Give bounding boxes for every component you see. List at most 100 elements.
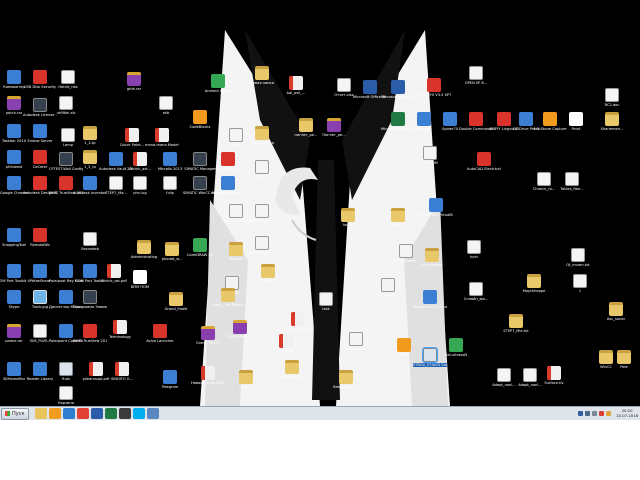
desktop-icon[interactable]: Tables_fibe... xyxy=(557,172,587,191)
white-file-icon xyxy=(569,112,583,126)
desktop-icon[interactable]: ZVD.ZCodes xyxy=(283,312,313,331)
media-player-taskbar-button[interactable] xyxy=(48,408,61,419)
desktop-icon[interactable]: PLUGSIM xyxy=(415,146,445,165)
desktop-icon[interactable]: R62P0A_nro... xyxy=(247,204,277,223)
desktop-icon[interactable]: Автокод xyxy=(253,264,283,283)
desktop-icon[interactable]: Endow Server xyxy=(25,124,55,143)
start-button[interactable]: Пуск xyxy=(1,407,29,420)
desktop-icon[interactable]: phn.log xyxy=(125,176,155,195)
desktop-icon[interactable]: AutoCAD Electrical 2013 xyxy=(467,152,501,171)
desktop-icon[interactable]: flatplotte_pc... xyxy=(331,370,361,389)
desktop-icon[interactable]: mana-mana Model (1).pdf xyxy=(145,128,179,147)
desktop-icon[interactable]: pehl.5 xyxy=(383,208,413,227)
desktop-icon[interactable]: Microsoft Word 2010 xyxy=(381,80,415,99)
excel-taskbar-button[interactable] xyxy=(104,408,117,419)
desktop-icon[interactable]: Новая Папка Dersell -.Sc... xyxy=(191,366,225,385)
desktop-icon[interactable]: bal_psil_... xyxy=(281,76,311,95)
desktop-icon[interactable]: Paint xyxy=(561,112,591,131)
desktop-icon[interactable]: utfiltlel.xls xyxy=(51,96,81,115)
desktop-icon[interactable]: Lamp xyxy=(247,160,277,179)
rar-file-icon xyxy=(7,96,21,110)
desktop-icon-label: Автокод xyxy=(260,279,276,283)
app-file-icon xyxy=(7,290,21,304)
desktop-icon[interactable]: STRG2PMOVC xyxy=(225,320,255,339)
desktop-icon[interactable]: 1 xyxy=(565,274,595,293)
word-taskbar-button[interactable] xyxy=(90,408,103,419)
chrome-taskbar-button[interactable] xyxy=(76,408,89,419)
app-taskbar-button[interactable] xyxy=(118,408,131,419)
desktop-icon[interactable]: Autodesk Inventor Vi... xyxy=(211,176,245,195)
desktop-icon[interactable]: Новая папка xyxy=(247,126,277,145)
desktop-icon[interactable]: phodat_w... xyxy=(157,242,187,261)
flag-icon[interactable] xyxy=(606,411,612,416)
desktop-icon[interactable]: Shrink_ast... xyxy=(125,152,155,171)
volume-icon[interactable] xyxy=(592,411,598,416)
desktop-icon[interactable]: Terminology xyxy=(105,320,135,339)
desktop-icon[interactable]: Qt_mvam.txt xyxy=(563,248,593,267)
desktop-icon[interactable]: Новая папка xyxy=(247,66,277,85)
desktop-icon[interactable]: Sharlemen... xyxy=(597,112,627,131)
desktop-icon[interactable]: Isrnbl xyxy=(333,208,363,227)
desktop-icon[interactable]: Bash_Гео Toolkit xyxy=(213,288,243,307)
desktop-icon[interactable]: CODESYS V3.5 SP7 xyxy=(417,78,451,97)
desktop-icon[interactable]: Hotrid_nbs xyxy=(53,70,83,89)
ie-taskbar-button[interactable] xyxy=(62,408,75,419)
skype-taskbar-button[interactable] xyxy=(132,408,145,419)
desktop-icon[interactable]: Grand_finale xyxy=(161,292,191,311)
desktop-icon[interactable]: Grand_final... xyxy=(193,326,223,345)
desktop-icon[interactable]: RemoteWo xyxy=(25,228,55,247)
screen-taskbar-button[interactable] xyxy=(146,408,159,419)
desktop-icon[interactable]: Сплайн_фо... xyxy=(461,282,491,301)
shield-icon[interactable] xyxy=(599,411,605,416)
desktop-icon[interactable]: Mtrcalls 2013 xyxy=(155,152,185,171)
desktop-icon[interactable]: ftuls xyxy=(51,362,81,381)
desktop-icon[interactable]: Surface.tiv xyxy=(539,366,569,385)
desktop-icon[interactable]: CoDeSys V2.3 xyxy=(213,152,243,171)
desktop-icon[interactable]: Oracle VM VirtualBox xyxy=(419,198,453,217)
desktop-icon[interactable]: RC2.doc xyxy=(597,88,627,107)
desktop-icon[interactable]: Pole xyxy=(609,350,639,369)
desktop-icon[interactable]: Asc_sonar xyxy=(601,302,631,321)
desktop[interactable]: Компьютер USB Disk Security Hotrid_nbs gfdk… xyxy=(0,0,640,406)
desktop-icon[interactable]: Программа Эквивалент xyxy=(73,290,107,309)
desktop-icon[interactable]: STEP7_Mle.txt xyxy=(501,314,531,333)
desktop-icon[interactable]: ppt.docx xyxy=(341,332,371,351)
desktop-icon[interactable]: gfdk.rar xyxy=(119,72,149,91)
desktop-icon[interactable]: hydr xyxy=(459,240,489,259)
desktop-icon[interactable]: task xyxy=(311,292,341,311)
desktop-icon[interactable]: STRG2_ST-W15 Sokra... xyxy=(413,347,447,367)
desktop-icon[interactable]: Мое_видео xyxy=(417,248,447,267)
desktop-icon[interactable]: ekb xyxy=(151,96,181,115)
desktop-icon[interactable]: CodeBlocks xyxy=(185,110,215,129)
clock[interactable]: 20:20 10.07.2018 xyxy=(616,408,638,418)
desktop-icon[interactable]: SINHIFO G... xyxy=(107,362,137,381)
desktop-icon[interactable]: Sexnodeb xyxy=(75,232,105,251)
desktop-icon[interactable]: ans_vve xyxy=(231,370,261,389)
explorer-taskbar-button[interactable] xyxy=(34,408,47,419)
desktop-icon[interactable]: Сосот Point... xyxy=(117,128,147,147)
desktop-icon[interactable]: Корзина xyxy=(51,386,81,405)
desktop-icon[interactable]: OPEN SP 6... xyxy=(461,66,491,85)
language-icon[interactable] xyxy=(578,411,584,416)
desktop-icon-label: ZVD.ZCodes xyxy=(286,327,310,331)
desktop-icon[interactable]: Ital-ultrasoft xyxy=(441,338,471,357)
desktop-icon[interactable]: R62P0A_nrs... xyxy=(247,236,277,255)
desktop-icon[interactable]: Telegram xyxy=(155,370,185,389)
desktop-icon[interactable]: ВПМ ПОМ xyxy=(125,270,155,289)
folder-file-icon xyxy=(425,248,439,262)
desktop-icon[interactable]: Тримплгтт 4.5Plus.bo... xyxy=(413,290,447,309)
desktop-icon[interactable]: f.dip xyxy=(155,176,185,195)
desktop-icon[interactable]: Мои_видео... xyxy=(277,360,307,379)
desktop-icon[interactable]: Пиглет_ре... xyxy=(319,118,349,137)
desktop-icon[interactable]: Гост_о_бб... xyxy=(271,334,301,353)
desktop-icon[interactable]: CorelDRAW X5 xyxy=(185,238,215,257)
desktop-icon[interactable]: 1_2.tp xyxy=(75,126,105,145)
desktop-icon[interactable]: Aviva Launcher xyxy=(145,324,175,343)
doc-file-icon xyxy=(61,128,75,142)
desktop-icon[interactable]: Пр_отдел... xyxy=(373,278,403,297)
desktop-icon[interactable]: Android Studio xyxy=(203,74,233,93)
network-icon[interactable] xyxy=(585,411,591,416)
desktop-icon[interactable]: DWG TrueView 2013 xyxy=(73,324,107,343)
desktop-icon[interactable]: Moyckheppe xyxy=(519,274,549,293)
desktop-icon-label: CorelDRAW X5 xyxy=(186,253,214,257)
